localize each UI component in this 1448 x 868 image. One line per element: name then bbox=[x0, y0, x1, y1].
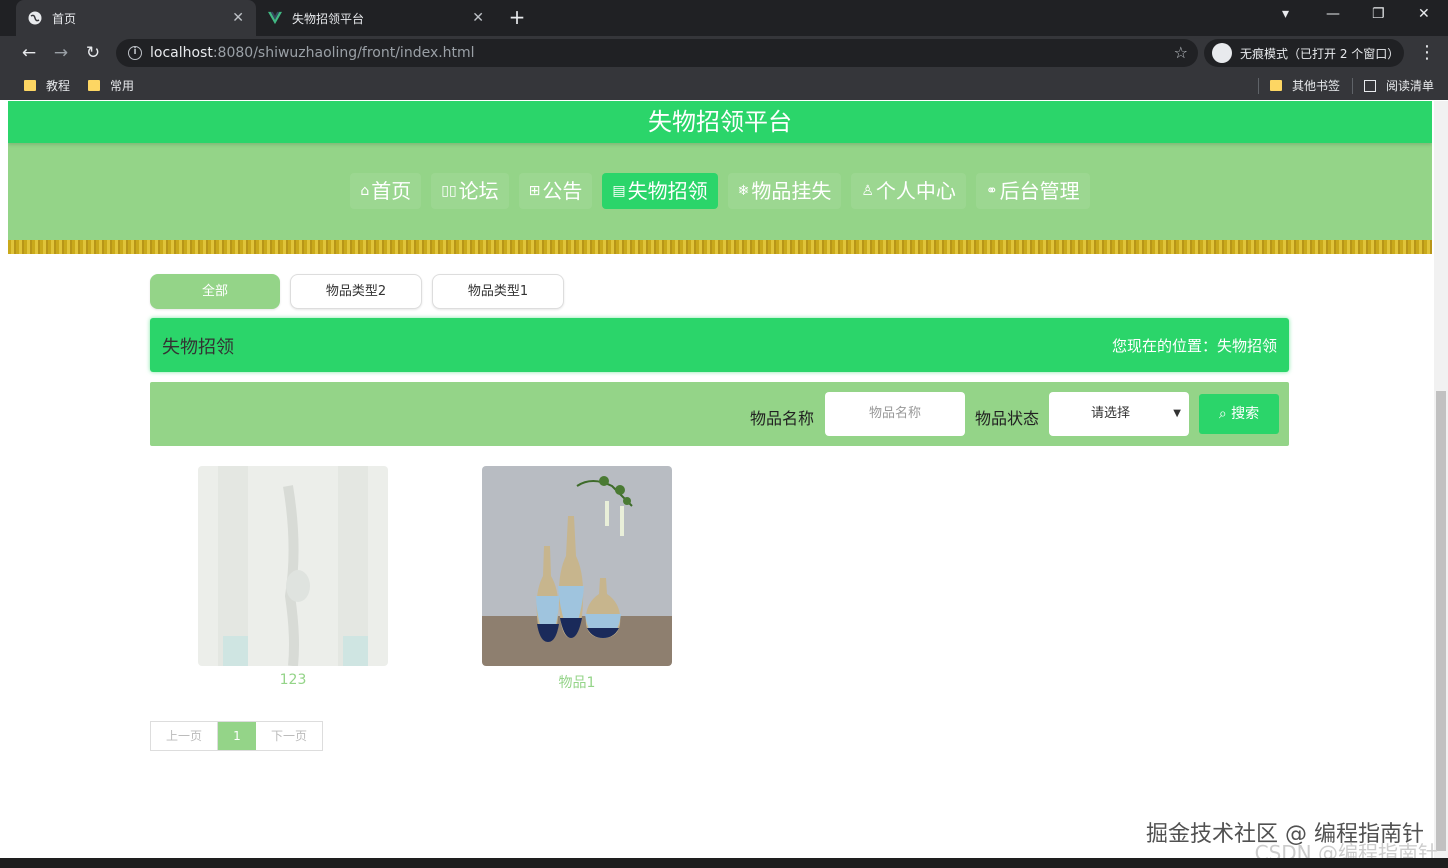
taskbar-edge bbox=[0, 858, 1448, 868]
bookmark-folder-common[interactable]: 常用 bbox=[88, 77, 134, 94]
browser-tab-bar: 首页 ✕ 失物招领平台 ✕ + ▾ — ❐ ✕ bbox=[0, 0, 1448, 36]
back-arrow-icon[interactable]: ← bbox=[18, 42, 40, 64]
status-selected-value: 请选择 bbox=[1091, 406, 1131, 421]
search-button-label: 搜索 bbox=[1231, 406, 1260, 422]
section-title: 失物招领 bbox=[162, 337, 234, 358]
category-type1-button[interactable]: 物品类型1 bbox=[432, 274, 564, 309]
reading-list[interactable]: 阅读清单 bbox=[1364, 77, 1434, 94]
nav-label: 论坛 bbox=[458, 179, 499, 203]
folder-icon bbox=[1270, 80, 1282, 91]
current-page-button[interactable]: 1 bbox=[218, 722, 256, 750]
search-bar: 物品名称 物品名称 物品状态 请选择 ▼ ⌕ 搜索 bbox=[150, 382, 1289, 446]
item-name-label: 物品名称 bbox=[750, 409, 815, 428]
incognito-icon bbox=[1212, 43, 1232, 63]
user-icon: ♙ bbox=[861, 183, 874, 199]
url-host: localhost bbox=[150, 45, 213, 61]
browser-toolbar: ← → ↻ i localhost:8080/shiwuzhaoling/fro… bbox=[0, 36, 1448, 70]
nav-label: 失物招领 bbox=[627, 179, 708, 203]
item-card[interactable]: 物品1 bbox=[482, 466, 672, 692]
browser-tab-label: 首页 bbox=[52, 11, 77, 26]
folder-icon bbox=[88, 80, 100, 91]
breadcrumb-position: 您现在的位置：失物招领 bbox=[1111, 337, 1277, 355]
item-card[interactable]: 123 bbox=[198, 466, 388, 688]
forum-icon: ▯▯ bbox=[441, 183, 457, 199]
browser-menu-icon[interactable]: ⋮ bbox=[1418, 42, 1436, 63]
home-icon: ⌂ bbox=[360, 183, 370, 199]
close-window-button[interactable]: ✕ bbox=[1418, 6, 1430, 22]
reload-icon[interactable]: ↻ bbox=[82, 42, 104, 64]
nav-report-lost[interactable]: ❄ 物品挂失 bbox=[727, 173, 842, 209]
other-bookmarks[interactable]: 其他书签 bbox=[1270, 77, 1340, 94]
close-tab-icon[interactable]: ✕ bbox=[472, 10, 484, 26]
browser-tab-home[interactable]: 首页 ✕ bbox=[16, 0, 256, 36]
reading-list-label: 阅读清单 bbox=[1386, 79, 1435, 93]
bookmark-star-icon[interactable]: ☆ bbox=[1174, 43, 1188, 62]
item-name[interactable]: 123 bbox=[198, 672, 388, 688]
link-icon: ⚭ bbox=[985, 183, 998, 199]
bookmark-label: 教程 bbox=[46, 79, 71, 93]
item-image[interactable] bbox=[198, 466, 388, 666]
search-button[interactable]: ⌕ 搜索 bbox=[1199, 394, 1279, 434]
browser-tab-platform[interactable]: 失物招领平台 ✕ bbox=[256, 0, 496, 36]
url-path: :8080/shiwuzhaoling/front/index.html bbox=[212, 45, 475, 61]
bookmarks-bar: 教程 常用 其他书签 阅读清单 bbox=[0, 70, 1448, 100]
browser-tab-label: 失物招领平台 bbox=[292, 11, 365, 26]
nav-forum[interactable]: ▯▯ 论坛 bbox=[431, 173, 509, 209]
incognito-label: 无痕模式（已打开 2 个窗口） bbox=[1240, 46, 1400, 61]
tab-search-icon[interactable]: ▾ bbox=[1282, 6, 1289, 22]
breadcrumb-bar: 失物招领 您现在的位置：失物招领 bbox=[150, 318, 1289, 372]
scrollbar-thumb[interactable] bbox=[1436, 391, 1446, 851]
nav-label: 公告 bbox=[542, 179, 583, 203]
bookmark-folder-tutorial[interactable]: 教程 bbox=[24, 77, 70, 94]
bookmark-divider bbox=[1352, 78, 1353, 94]
other-bookmarks-label: 其他书签 bbox=[1292, 79, 1341, 93]
category-type2-button[interactable]: 物品类型2 bbox=[290, 274, 422, 309]
document-icon: ▤ bbox=[612, 183, 626, 199]
site-header: 失物招领平台 ⌂ 首页 ▯▯ 论坛 ⊞ 公告 ▤ 失物招领 ❄ 物品挂失 ♙ 个人中心 ⚭ 后… bbox=[8, 101, 1432, 254]
main-nav: ⌂ 首页 ▯▯ 论坛 ⊞ 公告 ▤ 失物招领 ❄ 物品挂失 ♙ 个人中心 ⚭ 后台管理 bbox=[8, 173, 1432, 209]
page-viewport: 失物招领平台 ⌂ 首页 ▯▯ 论坛 ⊞ 公告 ▤ 失物招领 ❄ 物品挂失 ♙ 个人中心 ⚭ 后… bbox=[0, 101, 1448, 868]
category-all-button[interactable]: 全部 bbox=[150, 274, 280, 309]
prev-page-button[interactable]: 上一页 bbox=[151, 722, 218, 750]
next-page-button[interactable]: 下一页 bbox=[256, 722, 322, 750]
vue-logo-icon bbox=[268, 11, 282, 25]
chevron-down-icon: ▼ bbox=[1173, 408, 1181, 419]
pagination: 上一页 1 下一页 bbox=[150, 721, 323, 751]
reading-list-icon bbox=[1364, 79, 1376, 92]
nav-home[interactable]: ⌂ 首页 bbox=[350, 173, 422, 209]
new-tab-button[interactable]: + bbox=[506, 6, 528, 28]
category-filter: 全部 物品类型2 物品类型1 bbox=[150, 274, 564, 309]
item-name[interactable]: 物品1 bbox=[482, 672, 672, 692]
nav-profile[interactable]: ♙ 个人中心 bbox=[851, 173, 966, 209]
header-banner-strip bbox=[8, 240, 1432, 254]
page-scrollbar[interactable] bbox=[1434, 101, 1448, 859]
item-status-select[interactable]: 请选择 ▼ bbox=[1049, 392, 1189, 436]
announcement-icon: ⊞ bbox=[528, 183, 541, 199]
minimize-button[interactable]: — bbox=[1326, 6, 1340, 22]
address-bar[interactable]: i localhost:8080/shiwuzhaoling/front/ind… bbox=[116, 39, 1198, 67]
nav-label: 首页 bbox=[371, 179, 412, 203]
watermark-text: 掘金技术社区 @ 编程指南针 bbox=[1146, 822, 1424, 847]
nav-label: 物品挂失 bbox=[751, 179, 832, 203]
item-status-label: 物品状态 bbox=[975, 409, 1040, 428]
site-title: 失物招领平台 bbox=[8, 101, 1432, 143]
snowflake-icon: ❄ bbox=[737, 183, 750, 199]
bookmark-label: 常用 bbox=[110, 79, 135, 93]
globe-icon bbox=[28, 11, 42, 25]
nav-label: 个人中心 bbox=[875, 179, 956, 203]
forward-arrow-icon[interactable]: → bbox=[50, 42, 72, 64]
bookmark-divider bbox=[1258, 78, 1259, 94]
restore-button[interactable]: ❐ bbox=[1372, 6, 1385, 22]
nav-lost-found[interactable]: ▤ 失物招领 bbox=[602, 173, 718, 209]
search-icon: ⌕ bbox=[1218, 406, 1227, 422]
nav-admin[interactable]: ⚭ 后台管理 bbox=[975, 173, 1090, 209]
close-tab-icon[interactable]: ✕ bbox=[232, 10, 244, 26]
nav-announcement[interactable]: ⊞ 公告 bbox=[518, 173, 593, 209]
folder-icon bbox=[24, 80, 36, 91]
item-image[interactable] bbox=[482, 466, 672, 666]
site-info-icon[interactable]: i bbox=[128, 46, 142, 60]
nav-label: 后台管理 bbox=[999, 179, 1080, 203]
item-name-input[interactable]: 物品名称 bbox=[825, 392, 965, 436]
incognito-indicator[interactable]: 无痕模式（已打开 2 个窗口） bbox=[1204, 39, 1404, 67]
